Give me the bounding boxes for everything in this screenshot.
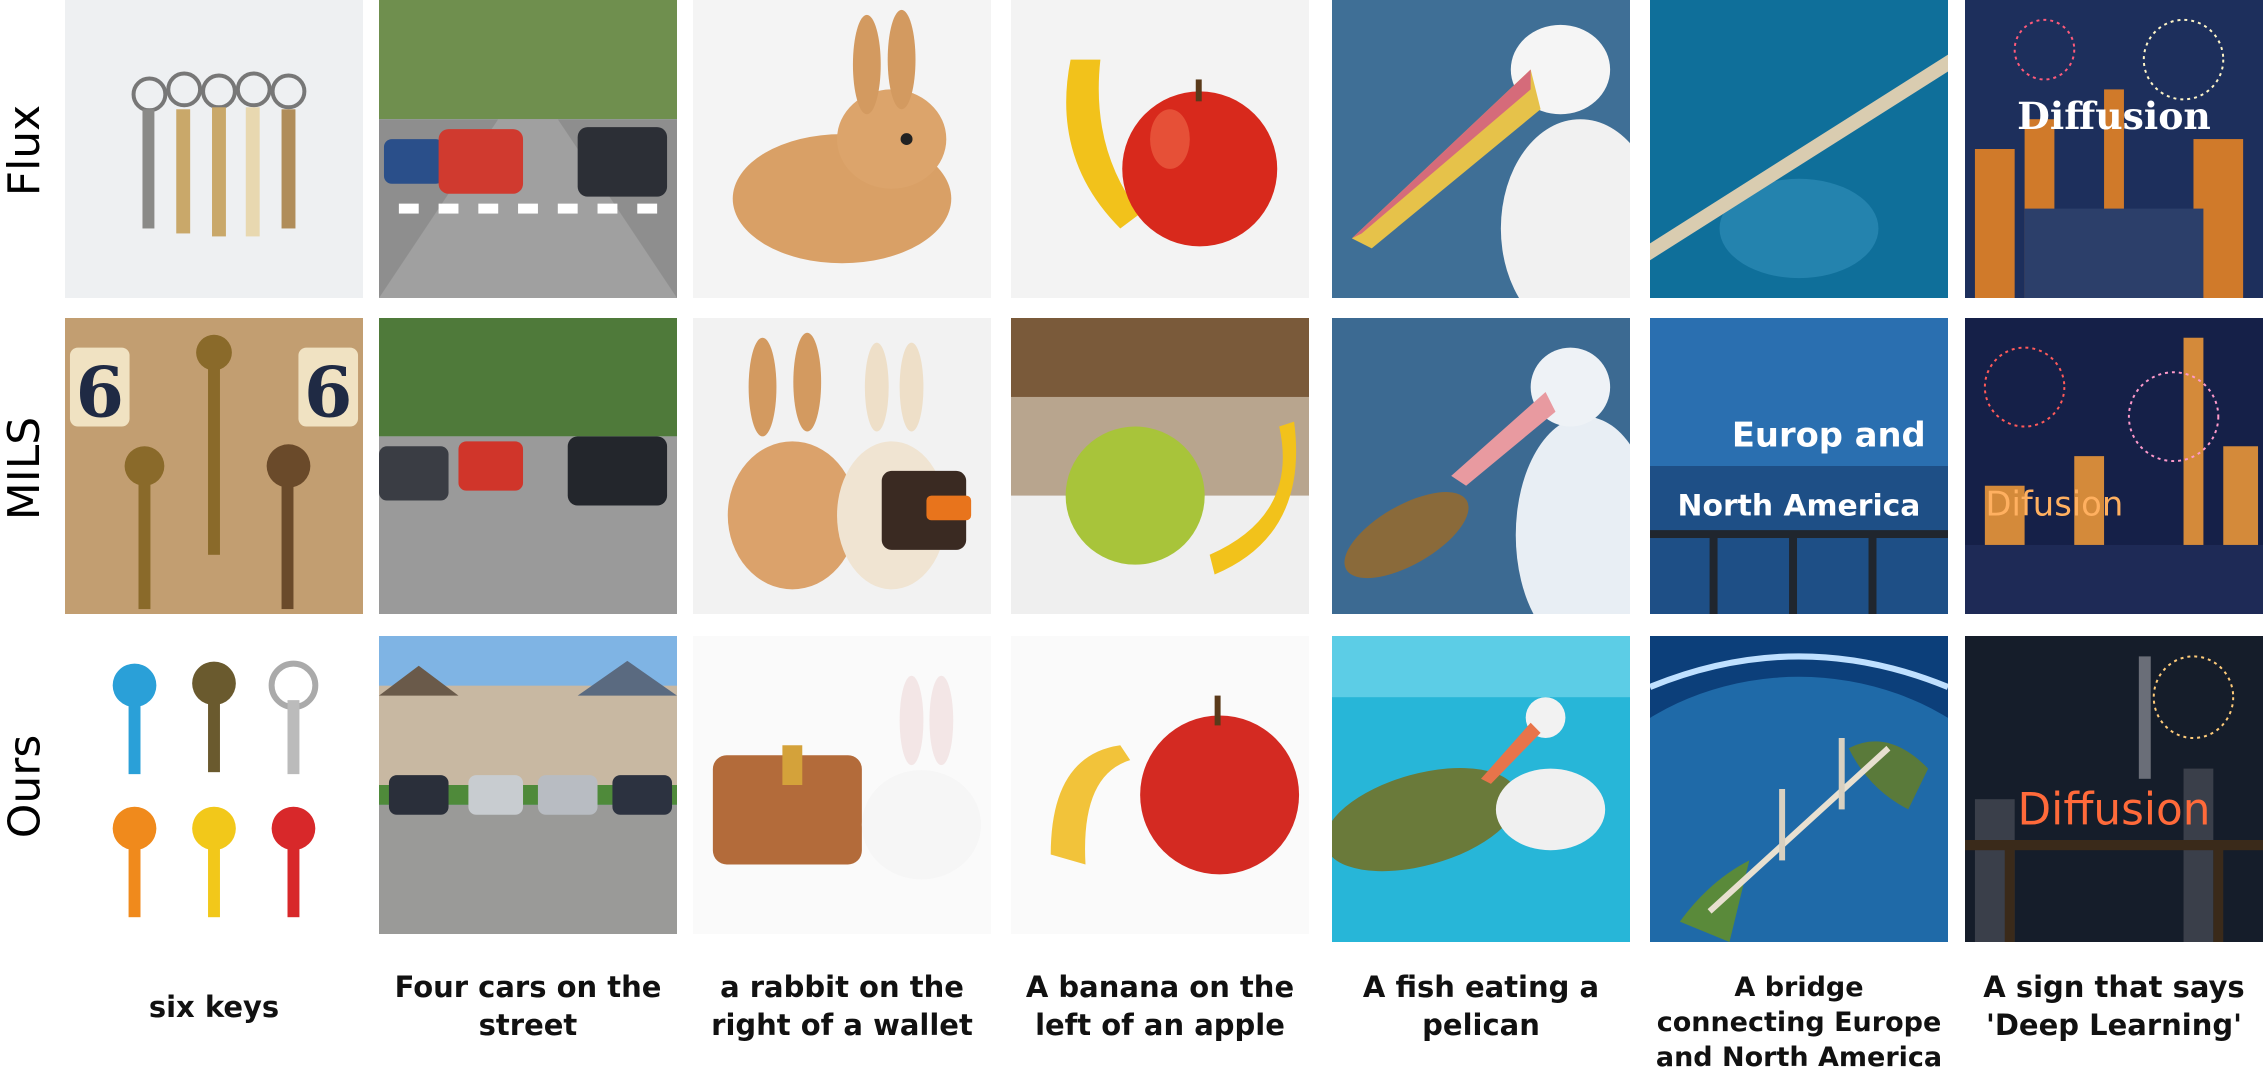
image-ours-six-keys bbox=[65, 636, 363, 932]
caption-four-cars: Four cars on the street bbox=[394, 970, 662, 1042]
image-flux-pelican bbox=[1332, 0, 1630, 298]
caption-banana-apple: A banana on the left of an apple bbox=[1025, 970, 1295, 1042]
image-flux-six-keys bbox=[65, 0, 363, 298]
caption-fish-pelican: A fish eating a pelican bbox=[1362, 970, 1600, 1042]
image-flux-sign: Diffusion bbox=[1965, 0, 2263, 298]
image-mils-sign: Difusion bbox=[1965, 318, 2263, 614]
image-mils-pelican bbox=[1332, 318, 1630, 614]
image-flux-rabbit bbox=[693, 0, 991, 298]
image-ours-four-cars bbox=[379, 636, 677, 934]
image-ours-pelican bbox=[1332, 636, 1630, 942]
row-label-flux: Flux bbox=[0, 104, 51, 196]
row-label-ours: Ours bbox=[0, 734, 51, 838]
caption-sign: A sign that says 'Deep Learning' bbox=[1983, 970, 2245, 1042]
image-ours-rabbit bbox=[693, 636, 991, 934]
svg-text:6: 6 bbox=[304, 353, 352, 434]
row-label-mils: MILS bbox=[0, 416, 51, 520]
image-ours-sign: Diffusion bbox=[1965, 636, 2263, 942]
image-flux-banana-apple bbox=[1011, 0, 1309, 298]
ours-sign-text: Diffusion bbox=[2018, 784, 2211, 836]
caption-six-keys: six keys bbox=[148, 990, 280, 1024]
svg-text:6: 6 bbox=[76, 353, 124, 434]
mils-sign-text: Difusion bbox=[1986, 484, 2124, 523]
image-mils-six-keys: 6 6 bbox=[65, 318, 363, 614]
caption-bridge: A bridge connecting Europe and North Ame… bbox=[1655, 972, 1943, 1073]
image-ours-banana-apple bbox=[1011, 636, 1309, 934]
flux-sign-text: Diffusion bbox=[2017, 94, 2211, 138]
comparison-grid: Flux MILS Ours Diffusion 6 6 Europ and N… bbox=[0, 0, 2267, 1082]
caption-rabbit-wallet: a rabbit on the right of a wallet bbox=[711, 970, 973, 1042]
image-flux-bridge bbox=[1650, 0, 1948, 298]
image-mils-bridge: Europ and North America bbox=[1650, 318, 1948, 614]
image-flux-four-cars bbox=[379, 0, 677, 298]
mils-bridge-text-line1: Europ and bbox=[1732, 415, 1926, 454]
image-ours-bridge bbox=[1650, 636, 1948, 942]
image-mils-four-cars bbox=[379, 318, 677, 614]
mils-bridge-text-line2: North America bbox=[1678, 488, 1921, 523]
image-mils-banana-apple bbox=[1011, 318, 1309, 614]
image-mils-rabbit bbox=[693, 318, 991, 614]
